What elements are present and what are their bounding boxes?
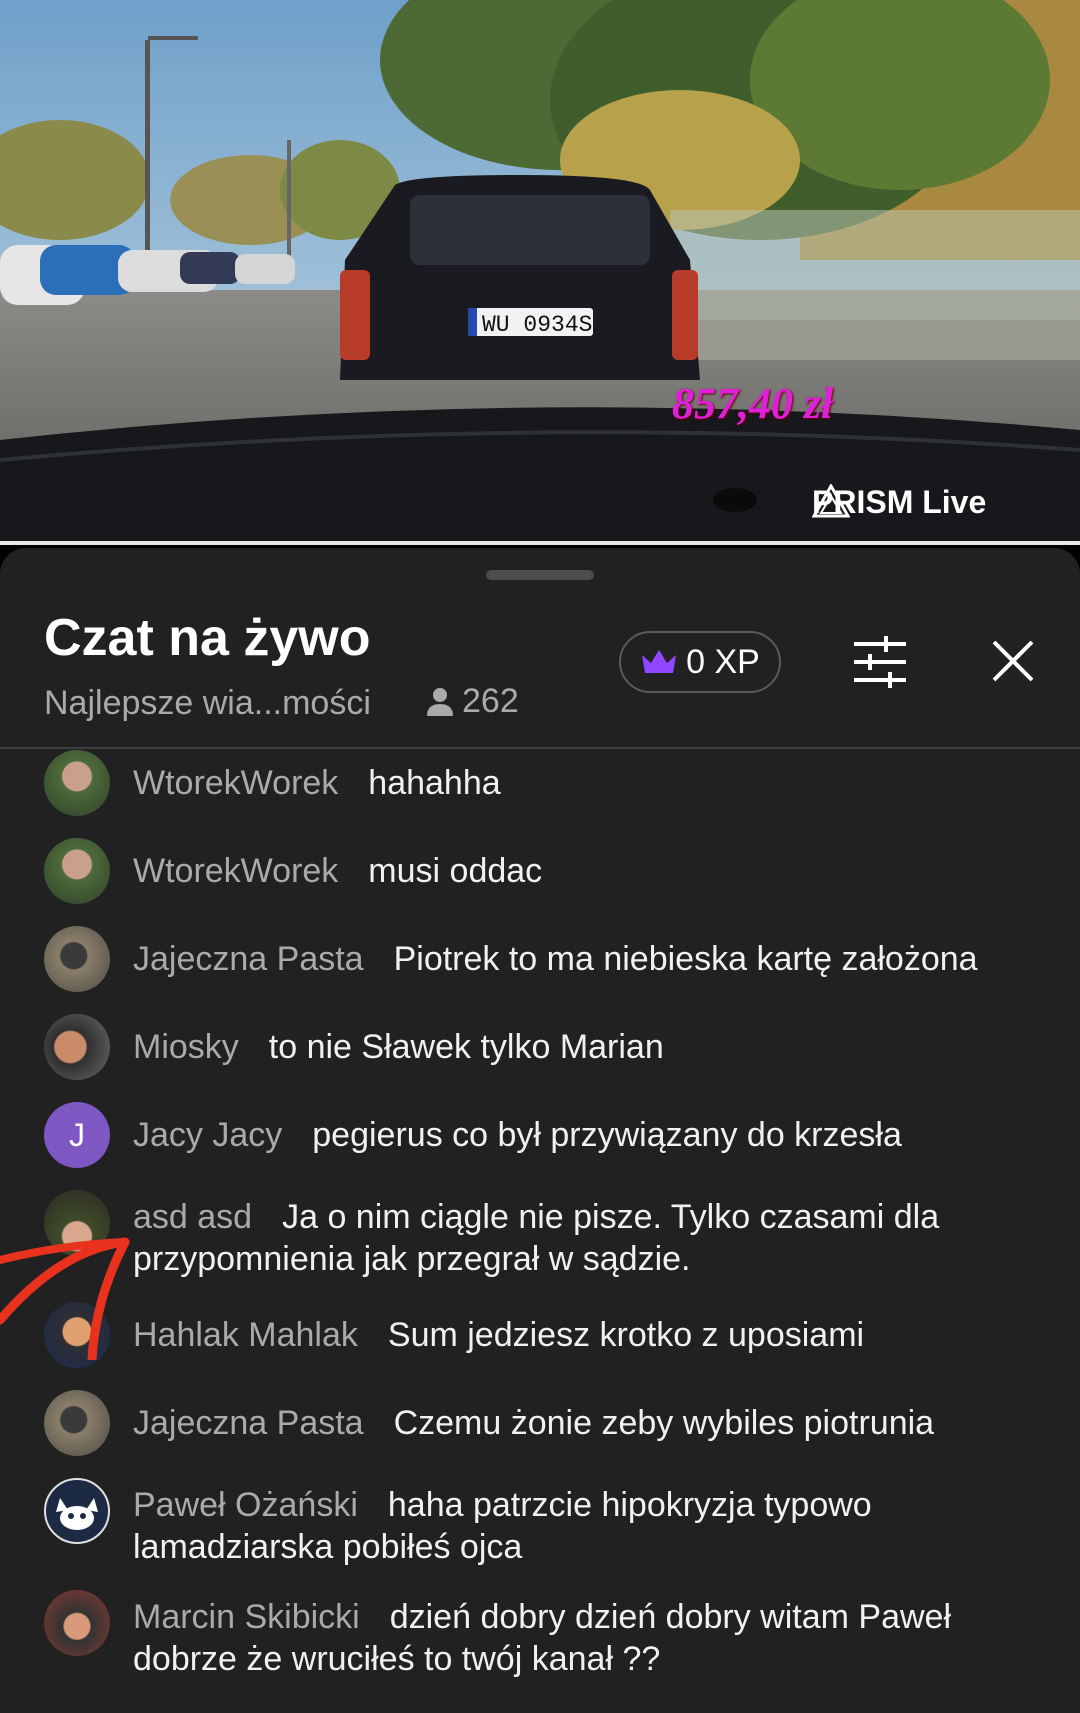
- donation-amount-overlay: 857,40 zł: [672, 379, 834, 428]
- chat-mode-selector[interactable]: Najlepsze wia...mości: [44, 684, 371, 723]
- cat-icon: [56, 1498, 98, 1530]
- drag-handle[interactable]: [486, 570, 594, 580]
- user-avatar[interactable]: [44, 1390, 110, 1456]
- viewer-count-value: 262: [462, 682, 519, 720]
- header-divider: [0, 747, 1080, 749]
- user-avatar[interactable]: [44, 750, 110, 816]
- message-text: pegierus co był przywiązany do krzesła: [312, 1116, 902, 1154]
- video-player[interactable]: WU 0934S 857,40 zł PRISM Live: [0, 0, 1080, 545]
- user-avatar[interactable]: [44, 1590, 110, 1656]
- xp-button[interactable]: 0 XP: [619, 631, 781, 693]
- message-author[interactable]: Miosky: [133, 1028, 239, 1066]
- user-avatar[interactable]: [44, 838, 110, 904]
- message-author[interactable]: Jajeczna Pasta: [133, 940, 364, 978]
- message-author[interactable]: Paweł Ożański: [133, 1486, 358, 1524]
- user-avatar[interactable]: [44, 1014, 110, 1080]
- message-author[interactable]: WtorekWorek: [133, 764, 338, 802]
- prism-live-watermark: PRISM Live: [812, 484, 986, 521]
- message-author[interactable]: Jacy Jacy: [133, 1116, 282, 1154]
- person-icon: [427, 687, 453, 716]
- user-avatar[interactable]: [44, 926, 110, 992]
- chat-settings-button[interactable]: [850, 634, 910, 690]
- avatar-letter: J: [69, 1116, 85, 1153]
- xp-label: 0 XP: [686, 642, 760, 681]
- message-text: musi oddac: [368, 852, 543, 890]
- license-plate-text: WU 0934S: [482, 312, 592, 338]
- video-frame: WU 0934S: [0, 0, 1080, 545]
- message-text: Piotrek to ma niebieska kartę założona: [393, 940, 978, 978]
- message-text: hahahha: [368, 764, 501, 802]
- crown-icon: [642, 650, 677, 673]
- tune-icon: [854, 636, 906, 688]
- user-avatar[interactable]: [44, 1478, 110, 1544]
- viewer-count: 262: [426, 682, 519, 721]
- user-avatar[interactable]: [44, 1302, 110, 1368]
- video-progress-bar[interactable]: [0, 541, 1080, 545]
- message-author[interactable]: asd asd: [133, 1198, 252, 1236]
- user-avatar[interactable]: J: [44, 1102, 110, 1168]
- prism-logo-icon: [812, 484, 850, 518]
- user-avatar[interactable]: [44, 1190, 110, 1256]
- message-author[interactable]: Hahlak Mahlak: [133, 1316, 358, 1354]
- message-author[interactable]: Marcin Skibicki: [133, 1598, 360, 1636]
- message-author[interactable]: WtorekWorek: [133, 852, 338, 890]
- message-text: Sum jedziesz krotko z uposiami: [387, 1316, 865, 1354]
- message-text: Czemu żonie zeby wybiles piotrunia: [393, 1404, 935, 1442]
- close-icon: [992, 640, 1034, 682]
- message-text: Ja o nim ciągle nie pisze. Tylko czasami…: [133, 1198, 940, 1278]
- message-text: to nie Sławek tylko Marian: [268, 1028, 664, 1066]
- close-chat-button[interactable]: [990, 638, 1036, 684]
- live-chat-panel: Czat na żywo Najlepsze wia...mości 262 0…: [0, 548, 1080, 1713]
- chat-title: Czat na żywo: [44, 609, 371, 667]
- message-author[interactable]: Jajeczna Pasta: [133, 1404, 364, 1442]
